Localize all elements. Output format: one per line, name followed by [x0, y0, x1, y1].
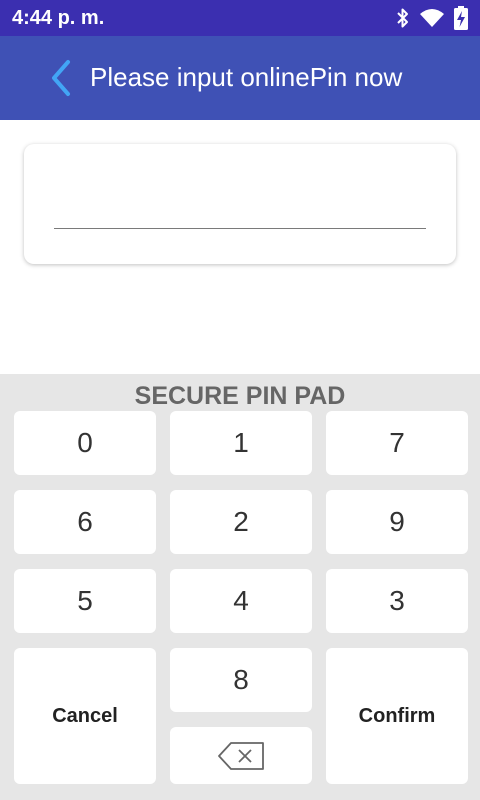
pinpad-title: SECURE PIN PAD [134, 382, 346, 410]
back-button[interactable] [44, 56, 80, 100]
page-title: Please input onlinePin now [90, 62, 403, 92]
backspace-icon [218, 741, 264, 770]
battery-charging-icon [454, 6, 468, 30]
confirm-button[interactable]: Confirm [326, 648, 468, 784]
key-4[interactable]: 4 [170, 569, 312, 633]
status-icons [396, 6, 468, 30]
secure-pin-pad: SECURE PIN PAD 0 1 7 6 2 9 5 4 3 Cancel … [0, 374, 480, 800]
key-2[interactable]: 2 [170, 490, 312, 554]
key-5[interactable]: 5 [14, 569, 156, 633]
key-6[interactable]: 6 [14, 490, 156, 554]
status-time: 4:44 p. m. [12, 7, 105, 29]
app-bar: Please input onlinePin now [0, 36, 480, 120]
key-0[interactable]: 0 [14, 411, 156, 475]
wifi-icon [420, 8, 444, 28]
backspace-button[interactable] [170, 727, 312, 784]
chevron-left-icon [52, 60, 70, 96]
pin-input[interactable] [54, 184, 426, 229]
status-bar: 4:44 p. m. [0, 0, 480, 36]
key-8[interactable]: 8 [170, 648, 312, 712]
key-3[interactable]: 3 [326, 569, 468, 633]
cancel-button[interactable]: Cancel [14, 648, 156, 784]
key-7[interactable]: 7 [326, 411, 468, 475]
key-1[interactable]: 1 [170, 411, 312, 475]
bluetooth-icon [396, 7, 410, 29]
key-9[interactable]: 9 [326, 490, 468, 554]
pin-card [24, 144, 456, 264]
